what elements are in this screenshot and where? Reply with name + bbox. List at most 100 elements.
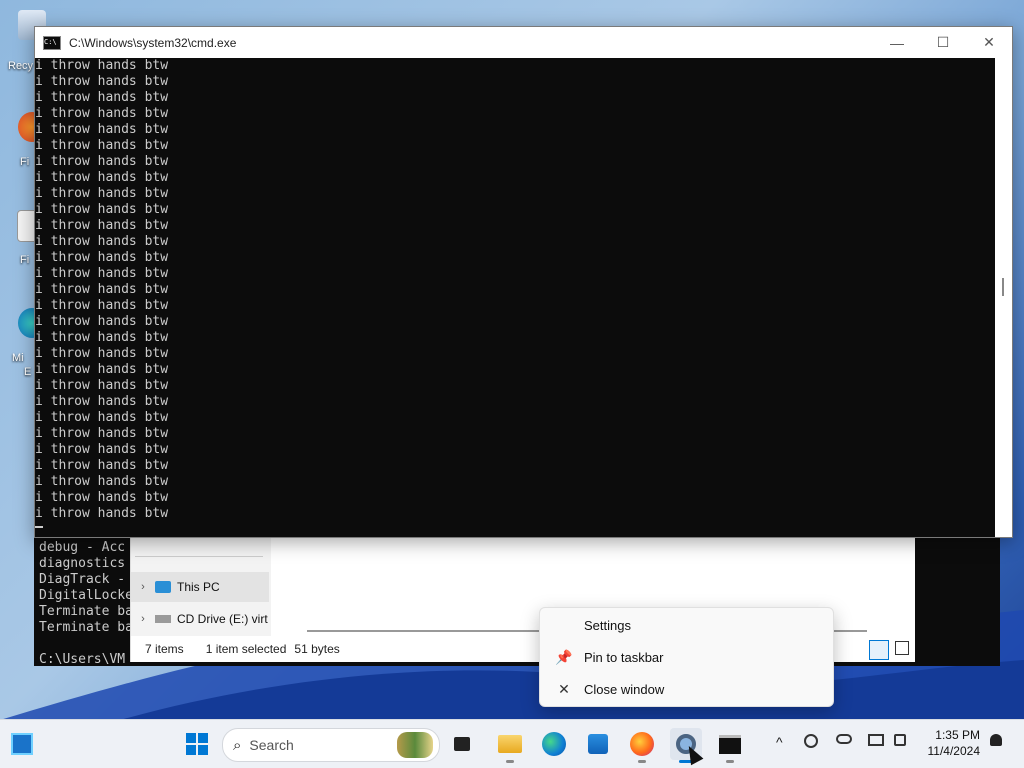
edge-button[interactable] bbox=[538, 728, 570, 760]
cmd-app-icon: C:\ bbox=[43, 35, 61, 50]
console-line: i throw hands btw bbox=[35, 266, 169, 281]
desktop-icon-label: Recy bbox=[8, 60, 34, 72]
show-hidden-icons-button[interactable]: ^ bbox=[776, 734, 783, 750]
search-icon: ⌕ bbox=[233, 736, 242, 754]
console-line: i throw hands btw bbox=[35, 314, 169, 329]
console-line: i throw hands btw bbox=[35, 122, 169, 137]
console-line: debug - Acc bbox=[39, 540, 126, 555]
large-icons-view-button[interactable] bbox=[895, 641, 909, 655]
close-icon: ✕ bbox=[558, 680, 570, 697]
terminal-icon bbox=[719, 734, 741, 754]
running-indicator bbox=[726, 760, 734, 763]
console-line: i throw hands btw bbox=[35, 58, 169, 73]
volume-muted-icon[interactable] bbox=[894, 734, 906, 746]
console-line: diagnostics bbox=[39, 556, 126, 571]
nav-item-this-pc[interactable]: › This PC bbox=[131, 572, 269, 602]
chevron-right-icon[interactable]: › bbox=[131, 581, 155, 593]
running-indicator bbox=[638, 760, 646, 763]
console-line: i throw hands btw bbox=[35, 186, 169, 201]
menu-item-pin-to-taskbar[interactable]: 📌 Pin to taskbar bbox=[544, 642, 829, 672]
console-line: i throw hands btw bbox=[35, 506, 169, 521]
terminal-button[interactable] bbox=[714, 728, 746, 763]
scrollbar-thumb[interactable] bbox=[1002, 278, 1004, 296]
console-line: i throw hands btw bbox=[35, 202, 169, 217]
console-line: i throw hands btw bbox=[35, 410, 169, 425]
console-line: i throw hands btw bbox=[35, 138, 169, 153]
onedrive-offline-icon[interactable] bbox=[836, 734, 852, 744]
chevron-right-icon[interactable]: › bbox=[131, 613, 155, 625]
folder-icon bbox=[498, 735, 522, 753]
computer-icon bbox=[155, 581, 171, 593]
cd-drive-icon bbox=[155, 615, 171, 623]
title-bar[interactable]: C:\ C:\Windows\system32\cmd.exe — ☐ ✕ bbox=[35, 27, 1012, 58]
minimize-button[interactable]: — bbox=[874, 27, 920, 58]
task-view-icon bbox=[454, 737, 470, 751]
menu-item-label: Close window bbox=[584, 681, 665, 697]
console-line: i throw hands btw bbox=[35, 298, 169, 313]
start-button[interactable] bbox=[181, 728, 213, 760]
vertical-scrollbar[interactable] bbox=[995, 58, 1012, 537]
edge-icon bbox=[542, 732, 566, 756]
search-label: Search bbox=[249, 737, 294, 753]
taskbar-context-menu: Settings 📌 Pin to taskbar ✕ Close window bbox=[539, 607, 834, 707]
console-line: i throw hands btw bbox=[35, 90, 169, 105]
widgets-button[interactable] bbox=[6, 728, 38, 760]
cmd-window[interactable]: C:\ C:\Windows\system32\cmd.exe — ☐ ✕ i … bbox=[34, 26, 1013, 538]
menu-item-settings[interactable]: Settings bbox=[544, 610, 829, 640]
window-title: C:\Windows\system32\cmd.exe bbox=[69, 35, 237, 50]
console-line: i throw hands btw bbox=[35, 442, 169, 457]
console-line: i throw hands btw bbox=[35, 474, 169, 489]
store-icon bbox=[588, 734, 608, 754]
maximize-button[interactable]: ☐ bbox=[920, 27, 966, 58]
console-output[interactable]: i throw hands btw i throw hands btw i thro… bbox=[35, 58, 994, 537]
clock[interactable]: 1:35 PM 11/4/2024 bbox=[928, 727, 981, 759]
store-button[interactable] bbox=[582, 728, 614, 760]
item-count: 7 items bbox=[145, 642, 184, 656]
clock-time: 1:35 PM bbox=[935, 728, 980, 742]
menu-item-close-window[interactable]: ✕ Close window bbox=[544, 674, 829, 704]
desktop-icon-label: Mi bbox=[12, 352, 24, 364]
console-line: i throw hands btw bbox=[35, 362, 169, 377]
notification-bell-icon[interactable] bbox=[990, 734, 1002, 746]
console-line: i throw hands btw bbox=[35, 490, 169, 505]
menu-item-label: Pin to taskbar bbox=[584, 649, 664, 665]
selection-size: 51 bytes bbox=[294, 642, 340, 656]
console-line: i throw hands btw bbox=[35, 234, 169, 249]
console-line: Terminate ba bbox=[39, 620, 133, 635]
console-line: i throw hands btw bbox=[35, 394, 169, 409]
widgets-icon bbox=[11, 733, 33, 755]
close-button[interactable]: ✕ bbox=[966, 27, 1012, 58]
desktop-icon-label: Fi bbox=[20, 254, 30, 266]
console-line: i throw hands btw bbox=[35, 282, 169, 297]
console-line: i throw hands btw bbox=[35, 426, 169, 441]
console-prompt: C:\Users\VM bbox=[39, 652, 126, 667]
windows-logo-icon bbox=[186, 733, 208, 755]
firefox-button[interactable] bbox=[626, 728, 658, 763]
console-line: i throw hands btw bbox=[35, 378, 169, 393]
console-line: i throw hands btw bbox=[35, 106, 169, 121]
nav-item-cd-drive[interactable]: › CD Drive (E:) virt bbox=[131, 604, 271, 634]
desktop-icon-label: Fi bbox=[20, 156, 30, 168]
menu-item-label: Settings bbox=[584, 617, 631, 633]
task-view-button[interactable] bbox=[446, 728, 478, 760]
file-explorer-button[interactable] bbox=[494, 728, 526, 763]
nav-item-label: This PC bbox=[177, 580, 220, 594]
console-line: DiagTrack - bbox=[39, 572, 126, 587]
sync-icon[interactable] bbox=[804, 734, 818, 748]
console-line: Terminate ba bbox=[39, 604, 133, 619]
network-icon[interactable] bbox=[868, 734, 884, 746]
console-line: i throw hands btw bbox=[35, 330, 169, 345]
search-box[interactable]: ⌕ Search bbox=[222, 728, 440, 762]
nav-item-label: CD Drive (E:) virt bbox=[177, 612, 268, 626]
text-cursor bbox=[35, 526, 43, 528]
console-line: DigitalLocke bbox=[39, 588, 133, 603]
details-view-button[interactable] bbox=[869, 640, 889, 660]
console-line: i throw hands btw bbox=[35, 250, 169, 265]
selection-count: 1 item selected bbox=[205, 642, 287, 656]
running-indicator bbox=[506, 760, 514, 763]
firefox-icon bbox=[630, 732, 654, 756]
console-line: i throw hands btw bbox=[35, 218, 169, 233]
console-line: i throw hands btw bbox=[35, 154, 169, 169]
desktop-icon-label: E bbox=[24, 366, 32, 378]
console-line: i throw hands btw bbox=[35, 74, 169, 89]
